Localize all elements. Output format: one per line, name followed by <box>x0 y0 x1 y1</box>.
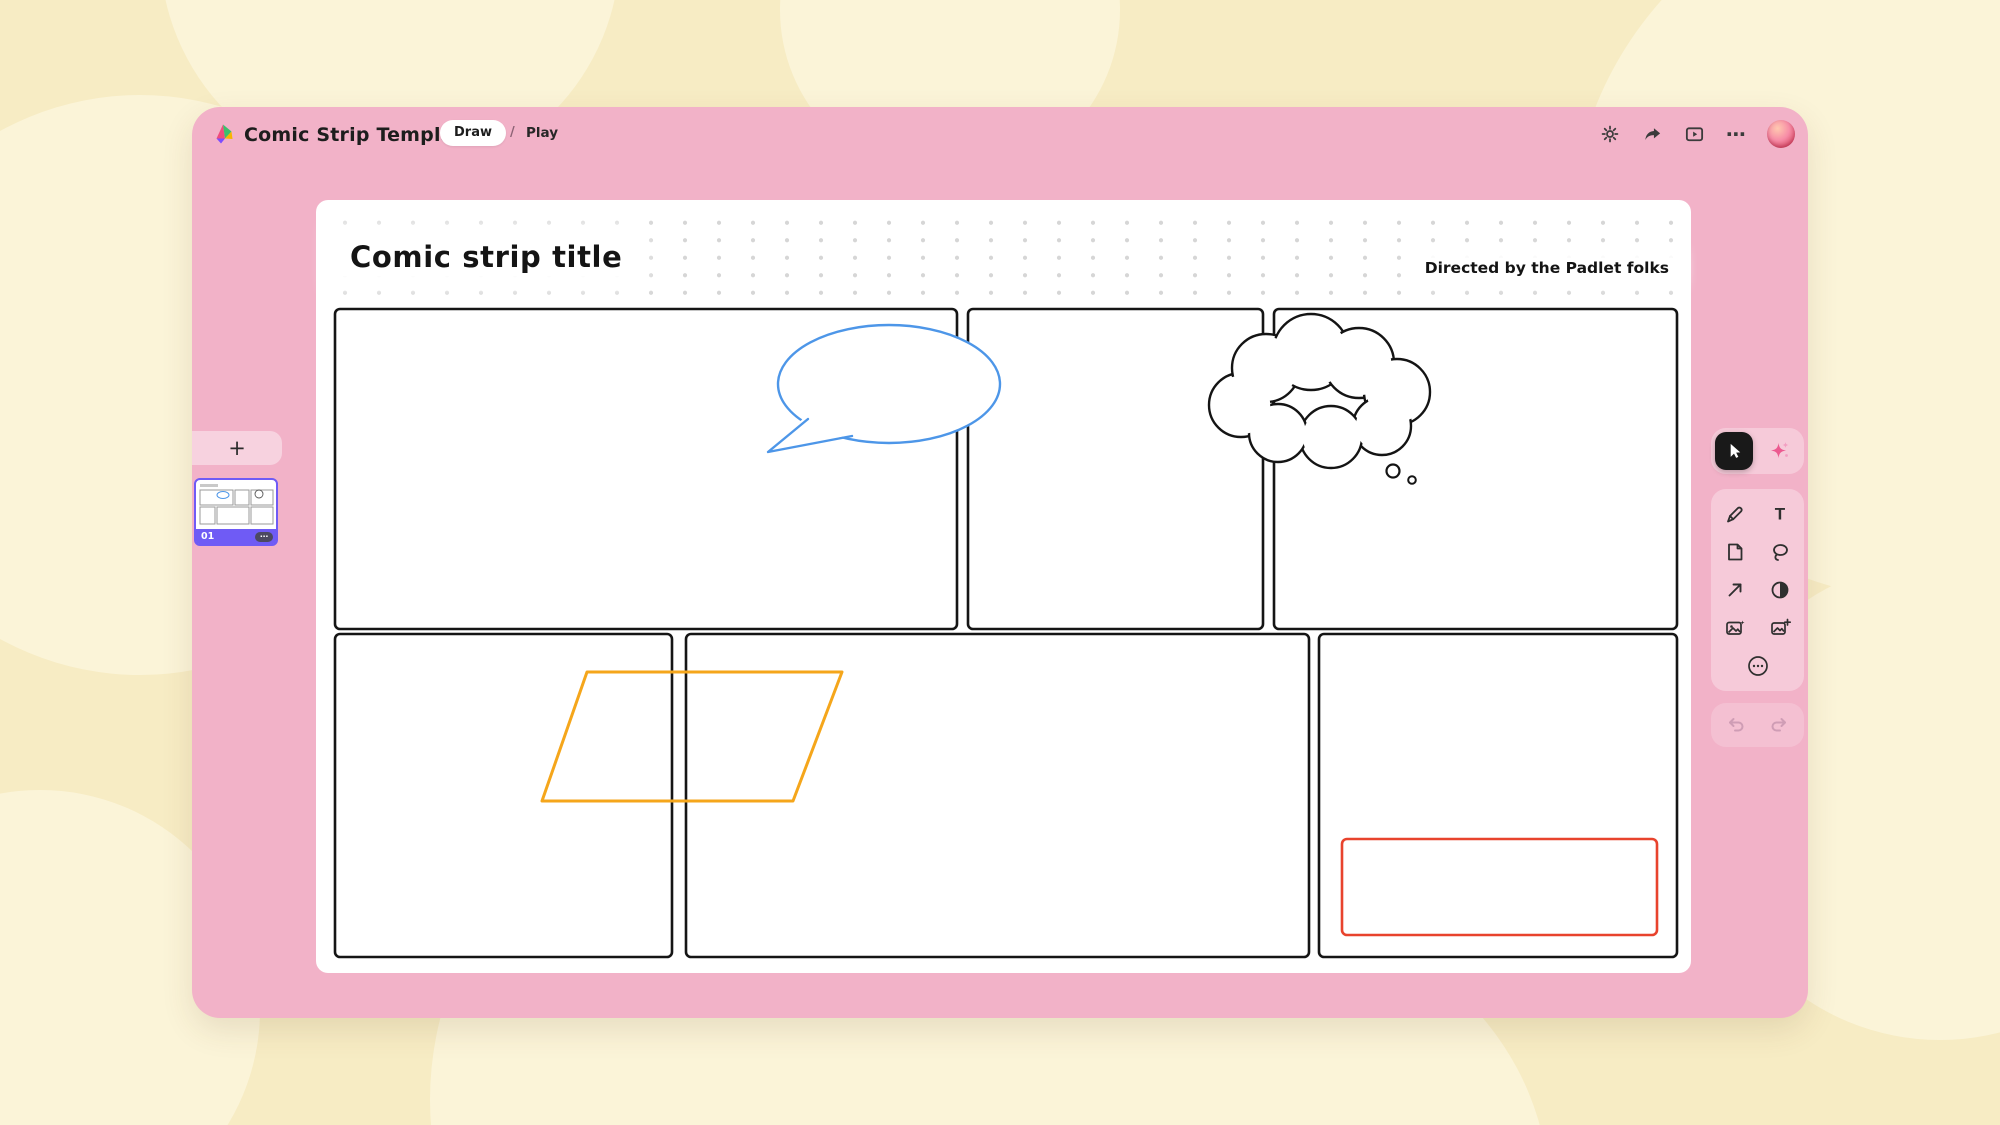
arrow-icon <box>1724 579 1746 601</box>
media-icon <box>1724 617 1746 639</box>
gear-icon <box>1600 124 1620 144</box>
comic-panel-6[interactable] <box>1319 634 1677 957</box>
history-panel <box>1711 703 1804 747</box>
undo-button[interactable] <box>1721 714 1751 736</box>
tab-draw[interactable]: Draw <box>440 120 506 146</box>
note-tool-button[interactable] <box>1717 535 1753 569</box>
lasso-icon <box>1769 541 1791 563</box>
magic-tool-button[interactable] <box>1761 432 1799 470</box>
comic-panel-5[interactable] <box>686 634 1309 957</box>
drawing-canvas[interactable]: Comic strip title Directed by the Padlet… <box>316 200 1691 973</box>
media-tool-button[interactable] <box>1717 611 1753 645</box>
arrow-tool-button[interactable] <box>1717 573 1753 607</box>
note-icon <box>1724 541 1746 563</box>
page-thumbnail-bar: 01 ⋯ <box>196 529 276 544</box>
present-button[interactable] <box>1678 118 1710 150</box>
redo-icon <box>1768 714 1790 736</box>
lasso-tool-button[interactable] <box>1762 535 1798 569</box>
redo-button[interactable] <box>1764 714 1794 736</box>
comic-panel-2[interactable] <box>968 309 1263 629</box>
app-window: Comic Strip Template Draw / Play ⋯ <box>192 107 1808 1018</box>
page-more-button[interactable]: ⋯ <box>255 532 273 542</box>
add-image-icon <box>1769 617 1791 639</box>
text-tool-button[interactable]: T <box>1762 497 1798 531</box>
pen-icon <box>1724 503 1746 525</box>
pen-tool-button[interactable] <box>1717 497 1753 531</box>
shape-tool-button[interactable] <box>1762 573 1798 607</box>
page-number: 01 <box>201 531 255 542</box>
tools-panel: T <box>1711 489 1804 691</box>
cursor-icon <box>1724 441 1744 461</box>
share-icon <box>1642 124 1663 145</box>
tab-separator: / <box>510 125 515 140</box>
shape-icon <box>1769 579 1791 601</box>
more-tools-icon <box>1746 654 1770 678</box>
top-bar: Comic Strip Template Draw / Play ⋯ <box>192 107 1808 161</box>
present-icon <box>1684 124 1705 145</box>
comic-panel-4[interactable] <box>335 634 672 957</box>
more-tools-button[interactable] <box>1740 649 1776 683</box>
svg-text:T: T <box>1775 505 1786 524</box>
page-thumbnail[interactable]: 01 ⋯ <box>194 478 278 546</box>
undo-icon <box>1725 714 1747 736</box>
avatar[interactable] <box>1767 120 1795 148</box>
tab-play[interactable]: Play <box>526 125 558 141</box>
tool-mode-panel <box>1711 428 1804 474</box>
padlet-logo-icon <box>212 122 236 146</box>
more-button[interactable]: ⋯ <box>1720 118 1752 150</box>
canvas-shapes-layer <box>316 200 1691 973</box>
select-tool-button[interactable] <box>1715 432 1753 470</box>
share-button[interactable] <box>1636 118 1668 150</box>
add-page-button[interactable]: + <box>192 431 282 465</box>
plus-icon: + <box>228 436 246 460</box>
more-icon: ⋯ <box>1726 124 1746 144</box>
page-thumbnail-preview <box>196 480 276 529</box>
text-icon: T <box>1769 503 1791 525</box>
add-image-tool-button[interactable] <box>1762 611 1798 645</box>
settings-button[interactable] <box>1594 118 1626 150</box>
sparkle-icon <box>1768 439 1792 463</box>
